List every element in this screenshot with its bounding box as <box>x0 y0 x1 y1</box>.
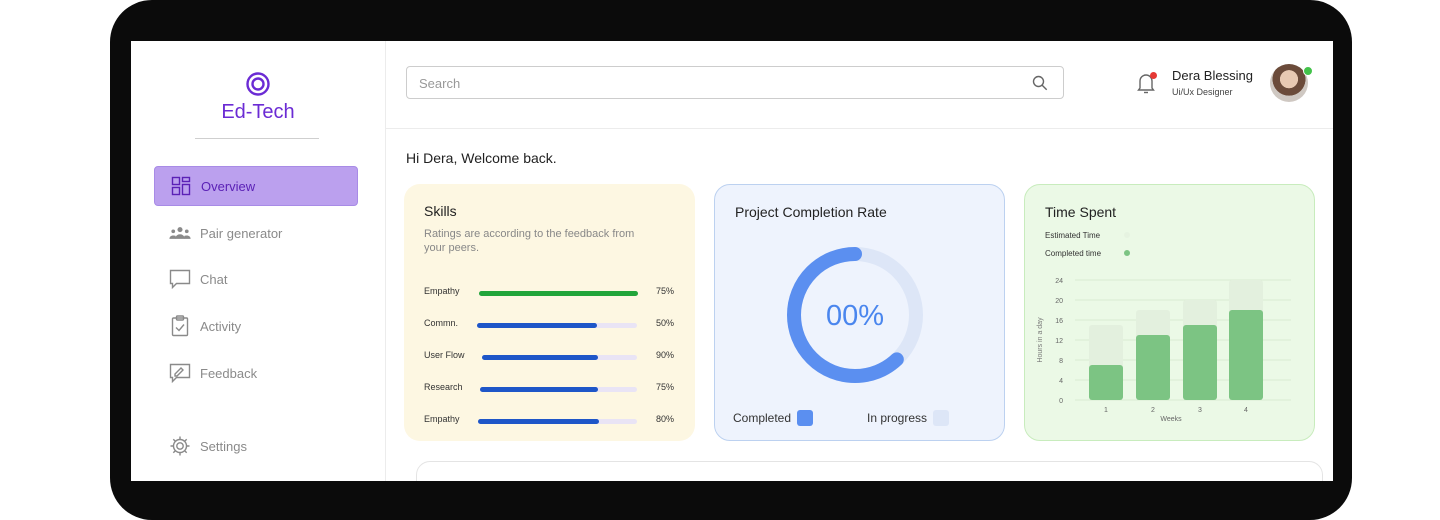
bar-completed <box>1229 310 1263 400</box>
y-axis-label: Hours in a day <box>1037 317 1044 363</box>
skill-row: Empathy 75% <box>424 286 674 300</box>
people-icon <box>169 222 191 244</box>
app-screen: Ed-Tech Overview Pair generator Chat Act… <box>131 41 1333 481</box>
y-tick-label: 16 <box>1055 318 1063 325</box>
sidebar-item-label: Chat <box>200 271 228 287</box>
skill-label: Empathy <box>424 414 460 424</box>
skill-percent: 80% <box>655 414 674 424</box>
sidebar-item-label: Overview <box>201 178 256 194</box>
sidebar-item-feedback[interactable]: Feedback <box>154 353 358 393</box>
bar-completed <box>1136 335 1170 400</box>
y-tick-label: 0 <box>1059 398 1063 405</box>
y-tick-label: 8 <box>1059 358 1063 365</box>
project-title: Project Completion Rate <box>735 204 887 220</box>
brand-name: Ed-Tech <box>221 101 295 123</box>
skill-bar-track <box>478 419 637 424</box>
skill-bar-fill <box>477 323 597 328</box>
skills-subtitle: Ratings are according to the feedback fr… <box>424 228 635 254</box>
divider <box>195 138 319 139</box>
sidebar-item-settings[interactable]: Settings <box>154 426 358 466</box>
skill-bar-fill <box>479 291 638 296</box>
divider <box>385 128 1333 129</box>
skill-bar-track <box>480 387 637 392</box>
skill-bar-fill <box>478 419 599 424</box>
skill-bar-track <box>479 291 638 296</box>
y-tick-label: 12 <box>1055 338 1063 345</box>
skills-title: Skills <box>424 203 457 219</box>
search-icon[interactable] <box>1032 75 1048 96</box>
y-tick-label: 4 <box>1059 378 1063 385</box>
sidebar-item-chat[interactable]: Chat <box>154 259 358 299</box>
skill-row: Research 75% <box>424 382 674 396</box>
x-axis-label: Weeks <box>1160 416 1182 423</box>
skill-row: Commn. 50% <box>424 318 674 332</box>
online-status-dot <box>1303 66 1313 76</box>
x-tick-label: 1 <box>1104 407 1108 414</box>
notification-dot <box>1150 72 1157 79</box>
search-box[interactable] <box>406 66 1064 100</box>
skill-row: User Flow 90% <box>424 350 674 364</box>
skill-percent: 75% <box>655 382 674 392</box>
brand-logo-icon <box>246 72 270 96</box>
completion-ring: 00% <box>787 247 923 383</box>
skill-percent: 75% <box>655 286 674 296</box>
grid-icon <box>170 175 192 197</box>
bar-completed <box>1183 325 1217 400</box>
bottom-card <box>416 461 1323 481</box>
sidebar-item-overview[interactable]: Overview <box>154 166 358 206</box>
completion-value: 00% <box>826 300 884 332</box>
clipboard-check-icon <box>169 315 191 337</box>
skill-label: Research <box>424 382 463 392</box>
y-tick-label: 24 <box>1055 278 1063 285</box>
skills-card: Skills Ratings are according to the feed… <box>404 184 695 441</box>
project-completion-card: Project Completion Rate 00% Completed In… <box>714 184 1005 441</box>
skill-percent: 50% <box>655 318 674 328</box>
sidebar-item-label: Feedback <box>200 365 258 381</box>
user-name: Dera Blessing <box>1172 68 1253 83</box>
welcome-message: Hi Dera, Welcome back. <box>406 150 557 166</box>
x-tick-label: 2 <box>1151 407 1155 414</box>
sidebar: Ed-Tech Overview Pair generator Chat Act… <box>131 41 386 481</box>
x-tick-label: 4 <box>1244 407 1248 414</box>
sidebar-item-pair-generator[interactable]: Pair generator <box>154 213 358 253</box>
time-spent-chart: 04812162024Hours in a day1 2 3 4Weeks <box>1037 278 1291 423</box>
feedback-icon <box>169 362 191 384</box>
legend-in-progress-swatch <box>933 410 949 426</box>
legend-completed-swatch <box>797 410 813 426</box>
y-tick-label: 20 <box>1055 298 1063 305</box>
sidebar-item-label: Pair generator <box>200 225 283 241</box>
skill-label: Empathy <box>424 286 460 296</box>
sidebar-item-activity[interactable]: Activity <box>154 306 358 346</box>
skill-percent: 90% <box>655 350 674 360</box>
skill-label: User Flow <box>424 350 465 360</box>
time-spent-card: Time Spent Estimated Time Completed time… <box>1024 184 1315 441</box>
legend-in-progress-label: In progress <box>867 411 928 425</box>
skill-row: Empathy 80% <box>424 414 674 428</box>
user-role: Ui/Ux Designer <box>1172 87 1233 97</box>
notification-button[interactable] <box>1136 72 1157 99</box>
legend-completed-label: Completed <box>733 411 792 425</box>
brand[interactable]: Ed-Tech <box>131 71 385 124</box>
skill-bar-track <box>482 355 637 360</box>
chat-icon <box>169 268 191 290</box>
search-input[interactable] <box>407 67 1021 100</box>
skill-bar-fill <box>480 387 598 392</box>
bar-completed <box>1089 365 1123 400</box>
skill-label: Commn. <box>424 318 459 328</box>
skill-bar-fill <box>482 355 599 360</box>
sidebar-item-label: Activity <box>200 318 242 334</box>
sidebar-item-label: Settings <box>200 438 247 454</box>
skill-bar-track <box>477 323 637 328</box>
x-tick-label: 3 <box>1198 407 1202 414</box>
gear-icon <box>169 435 191 457</box>
